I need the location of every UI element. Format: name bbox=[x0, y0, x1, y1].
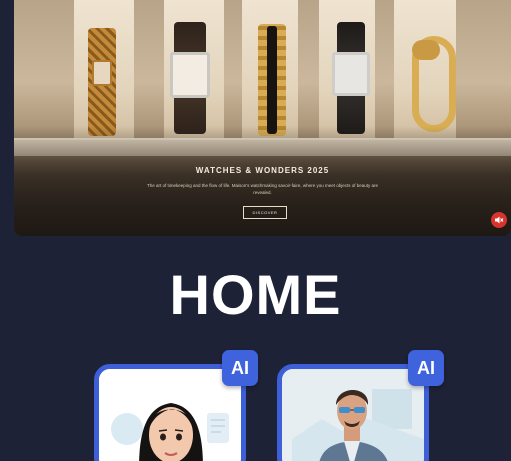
woman-avatar-illustration bbox=[99, 369, 241, 461]
banner-title: WATCHES & WONDERS 2025 bbox=[195, 166, 330, 175]
man-avatar-illustration bbox=[282, 369, 424, 461]
ai-badge: AI bbox=[222, 350, 258, 386]
banner-description: The art of timekeeping and the flow of l… bbox=[147, 183, 378, 195]
watch-dial bbox=[170, 52, 210, 98]
watch-dial bbox=[332, 52, 370, 96]
speaker-muted-icon[interactable] bbox=[491, 212, 507, 228]
banner-shade bbox=[14, 126, 511, 236]
speaker-muted-glyph bbox=[495, 216, 504, 224]
panther-head bbox=[412, 40, 440, 60]
watch-dial bbox=[92, 60, 112, 86]
hero-banner[interactable]: WATCHES & WONDERS 2025 The art of timeke… bbox=[14, 0, 511, 236]
avatar-card-man[interactable] bbox=[277, 364, 429, 461]
discover-button[interactable]: DISCOVER bbox=[243, 206, 287, 219]
page-title: HOME bbox=[169, 263, 342, 326]
watch-dial bbox=[267, 26, 277, 134]
ai-badge: AI bbox=[408, 350, 444, 386]
